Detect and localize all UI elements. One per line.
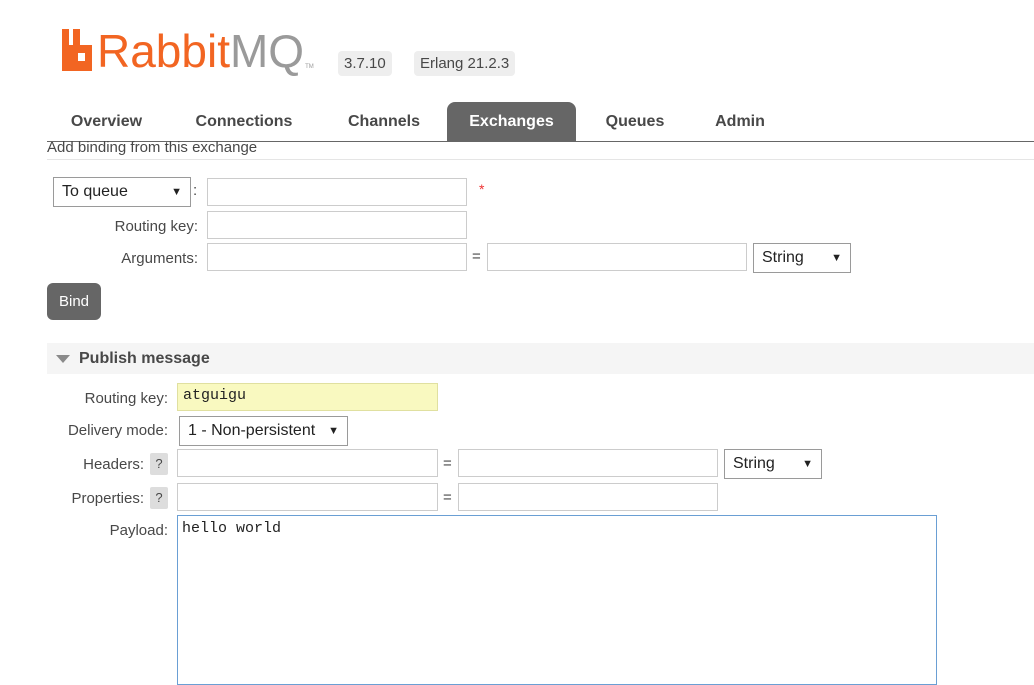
publish-routing-key-label: Routing key: — [84, 390, 168, 407]
erlang-version-badge: Erlang 21.2.3 — [414, 51, 516, 76]
delivery-mode-label: Delivery mode: — [67, 422, 168, 439]
property-equals: = — [443, 489, 452, 506]
tab-exchanges[interactable]: Exchanges — [447, 102, 576, 142]
tab-queues[interactable]: Queues — [589, 102, 681, 142]
header-value-input[interactable] — [458, 449, 718, 477]
header-type-select[interactable]: String ▼ — [724, 449, 822, 479]
destination-type-value: To queue — [62, 183, 128, 200]
binding-argument-type-select[interactable]: String ▼ — [753, 243, 851, 273]
binding-argument-key-input[interactable] — [207, 243, 467, 271]
collapse-triangle-icon — [56, 355, 70, 363]
bind-button[interactable]: Bind — [47, 283, 101, 320]
properties-help-icon[interactable]: ? — [150, 487, 168, 509]
publish-message-header[interactable]: Publish message — [47, 343, 1034, 374]
binding-arguments-label: Arguments: — [121, 250, 198, 267]
chevron-down-icon: ▼ — [171, 186, 182, 198]
tab-connections[interactable]: Connections — [179, 102, 309, 142]
rabbitmq-wordmark: RabbitMQ — [97, 24, 304, 78]
tab-channels[interactable]: Channels — [329, 102, 439, 142]
chevron-down-icon: ▼ — [328, 425, 339, 437]
main-nav: Overview Connections Channels Exchanges … — [47, 102, 1034, 142]
headers-help-icon[interactable]: ? — [150, 453, 168, 475]
header-key-input[interactable] — [177, 449, 438, 477]
tab-overview[interactable]: Overview — [54, 102, 159, 142]
destination-type-select[interactable]: To queue ▼ — [53, 177, 191, 207]
delivery-mode-select[interactable]: 1 - Non-persistent ▼ — [179, 416, 348, 446]
header-equals: = — [443, 455, 452, 472]
rabbitmq-logo: RabbitMQ TM — [60, 24, 314, 77]
binding-argument-type-value: String — [762, 249, 804, 266]
property-key-input[interactable] — [177, 483, 438, 511]
destination-colon: : — [193, 182, 198, 199]
logo-rabbit-text: Rabbit — [97, 25, 230, 77]
binding-argument-equals: = — [472, 248, 481, 265]
destination-name-input[interactable] — [207, 178, 467, 206]
tab-admin[interactable]: Admin — [697, 102, 783, 142]
section-divider — [47, 159, 1034, 160]
payload-label: Payload: — [109, 522, 168, 539]
logo-trademark: TM — [305, 64, 314, 70]
publish-message-title: Publish message — [79, 350, 210, 367]
logo-mq-text: MQ — [229, 25, 305, 77]
headers-label: Headers: — [83, 456, 144, 473]
properties-label: Properties: — [71, 490, 144, 507]
required-marker: * — [479, 181, 485, 197]
rabbitmq-logo-icon — [60, 29, 94, 73]
chevron-down-icon: ▼ — [802, 458, 813, 470]
binding-argument-value-input[interactable] — [487, 243, 747, 271]
publish-routing-key-input[interactable]: atguigu — [177, 383, 438, 411]
header-type-value: String — [733, 455, 775, 472]
binding-routing-key-input[interactable] — [207, 211, 467, 239]
version-badge: 3.7.10 — [338, 51, 392, 76]
payload-textarea[interactable]: hello world — [177, 515, 937, 685]
binding-subtitle: Add binding from this exchange — [47, 139, 258, 156]
delivery-mode-value: 1 - Non-persistent — [188, 422, 316, 439]
property-value-input[interactable] — [458, 483, 718, 511]
binding-routing-key-label: Routing key: — [114, 218, 198, 235]
chevron-down-icon: ▼ — [831, 252, 842, 264]
